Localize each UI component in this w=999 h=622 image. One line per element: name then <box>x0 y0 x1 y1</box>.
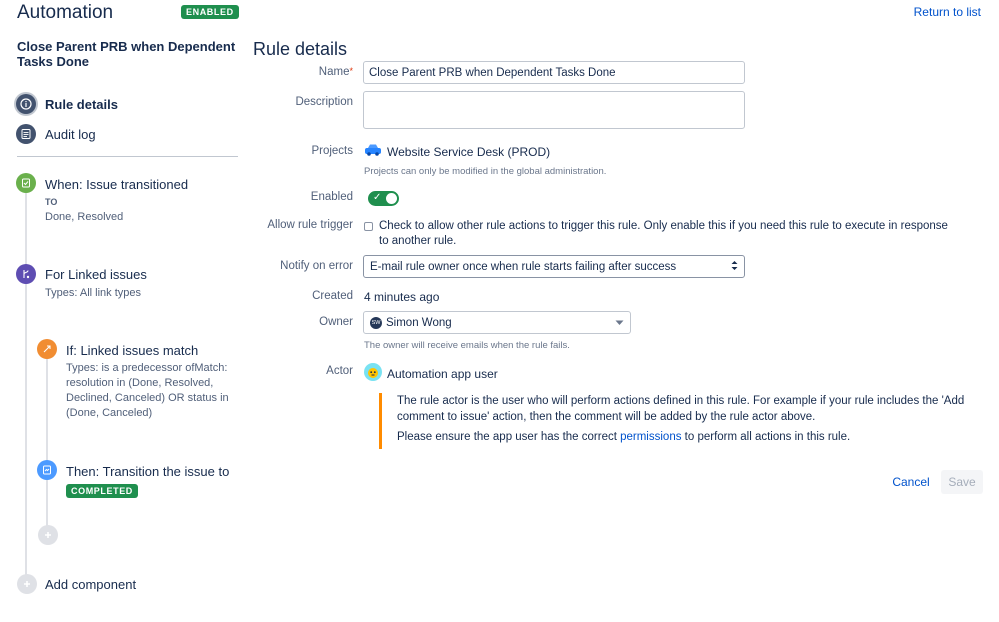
enabled-label: Enabled <box>310 191 353 203</box>
app-title: Automation <box>17 2 114 23</box>
chevron-down-icon <box>615 317 624 329</box>
owner-name: Simon Wong <box>386 316 452 329</box>
trigger-icon[interactable] <box>16 173 36 193</box>
status-badge: ENABLED <box>181 5 239 19</box>
created-label: Created <box>312 290 353 302</box>
created-value: 4 minutes ago <box>364 290 440 304</box>
condition-detail: Types: is a predecessor ofMatch: resolut… <box>66 362 229 419</box>
allow-rule-trigger-label: Allow rule trigger <box>267 219 353 231</box>
info-icon <box>16 94 36 114</box>
avatar: SW <box>370 316 382 329</box>
sidebar-item-label: Audit log <box>45 126 96 142</box>
sidebar-divider <box>17 156 238 157</box>
enabled-toggle[interactable]: ✓ <box>368 191 399 206</box>
add-component-icon[interactable] <box>17 574 37 594</box>
condition-icon[interactable] <box>37 339 57 359</box>
cancel-button[interactable]: Cancel <box>886 470 936 494</box>
sidebar-item-rule-details[interactable]: Rule details <box>16 94 118 114</box>
trigger-title[interactable]: When: Issue transitioned <box>45 177 188 192</box>
actor-name: Automation app user <box>387 366 498 381</box>
condition-title[interactable]: If: Linked issues match <box>66 343 198 358</box>
trigger-detail: Done, Resolved <box>45 211 124 223</box>
timeline-branch-line <box>46 358 48 534</box>
car-icon <box>364 143 382 160</box>
project-name: Website Service Desk (PROD) <box>387 144 551 159</box>
sidebar-item-label: Rule details <box>45 96 118 112</box>
save-button[interactable]: Save <box>941 470 983 494</box>
name-input[interactable]: Close Parent PRB when Dependent Tasks Do… <box>363 61 745 84</box>
projects-label: Projects <box>311 145 353 157</box>
notify-on-error-select[interactable]: E-mail rule owner once when rule starts … <box>363 255 745 278</box>
list-icon <box>16 124 36 144</box>
notify-selected-value: E-mail rule owner once when rule starts … <box>370 260 677 273</box>
add-inner-component-button[interactable] <box>38 525 58 545</box>
action-title[interactable]: Then: Transition the issue to <box>66 464 229 479</box>
owner-select[interactable]: SW Simon Wong <box>363 311 631 334</box>
add-component-button[interactable]: Add component <box>45 577 136 592</box>
branch-detail: Types: All link types <box>45 287 141 299</box>
owner-help-text: The owner will receive emails when the r… <box>364 340 570 351</box>
select-arrows-icon <box>731 260 738 274</box>
timeline-line <box>25 190 27 580</box>
action-icon[interactable] <box>37 460 57 480</box>
actor-info-note: The rule actor is the user who will perf… <box>379 393 969 449</box>
description-label: Description <box>295 96 353 108</box>
permissions-link[interactable]: permissions <box>620 431 681 443</box>
name-label: Name* <box>318 66 353 78</box>
actor-value[interactable]: Automation app user <box>364 363 498 384</box>
allow-rule-trigger-text: Check to allow other rule actions to tri… <box>379 220 948 247</box>
sidebar-item-audit-log[interactable]: Audit log <box>16 124 96 144</box>
required-indicator: * <box>349 66 353 76</box>
notify-on-error-label: Notify on error <box>280 260 353 272</box>
actor-note-text: The rule actor is the user who will perf… <box>397 395 965 423</box>
check-icon: ✓ <box>373 192 382 203</box>
projects-help-text: Projects can only be modified in the glo… <box>364 166 607 177</box>
trigger-to-label: TO <box>45 197 58 207</box>
automation-bot-icon <box>364 363 382 384</box>
project-item[interactable]: Website Service Desk (PROD) <box>364 143 550 160</box>
allow-rule-trigger-checkbox[interactable] <box>364 222 373 231</box>
sidebar-rule-name: Close Parent PRB when Dependent Tasks Do… <box>17 39 236 69</box>
toggle-knob <box>386 193 397 204</box>
actor-label: Actor <box>326 365 353 377</box>
action-status-badge: COMPLETED <box>66 484 138 498</box>
return-to-list-link[interactable]: Return to list <box>914 5 981 19</box>
description-textarea[interactable] <box>363 91 745 129</box>
branch-icon[interactable] <box>16 264 36 284</box>
page-title: Rule details <box>253 39 348 59</box>
actor-permissions-text: Please ensure the app user has the corre… <box>397 431 851 443</box>
owner-label: Owner <box>319 316 353 328</box>
branch-title[interactable]: For Linked issues <box>45 267 147 282</box>
